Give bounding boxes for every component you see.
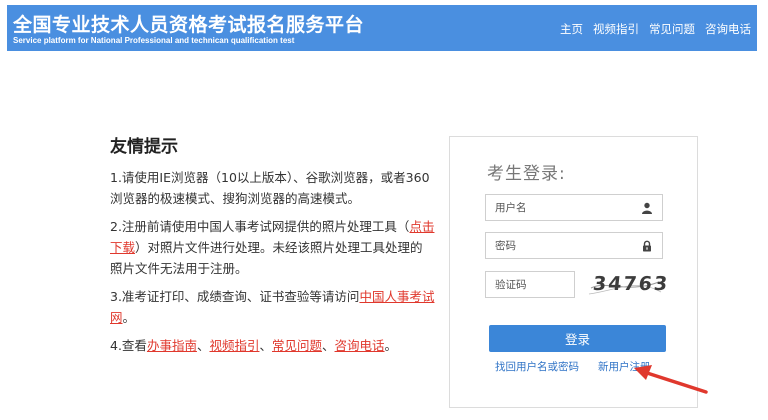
captcha-input[interactable] (486, 272, 572, 297)
site-subtitle: Service platform for National Profession… (13, 36, 295, 45)
faq-link[interactable]: 常见问题 (272, 338, 322, 353)
tip-2-text: 2.注册前请使用中国人事考试网提供的照片处理工具（ (110, 219, 410, 234)
captcha-code: 34763 (591, 273, 671, 295)
tip-4-sep-2: 、 (259, 338, 272, 353)
login-title: 考生登录: (487, 164, 566, 184)
tip-3-text: 3.准考证打印、成绩查询、证书查验等请访问 (110, 289, 360, 304)
login-button[interactable]: 登录 (489, 325, 666, 352)
tip-item-1: 1.请使用IE浏览器（10以上版本）、谷歌浏览器，或者360浏览器的极速模式、搜… (110, 170, 430, 206)
tip-4-text-end: 。 (384, 338, 398, 353)
user-icon (642, 202, 652, 214)
site-title: 全国专业技术人员资格考试报名服务平台 (13, 14, 365, 36)
video-guide-link[interactable]: 视频指引 (209, 338, 259, 353)
tip-item-4: 4.查看办事指南、视频指引、常见问题、咨询电话。 (110, 335, 435, 356)
top-nav: 主页 视频指引 常见问题 咨询电话 (560, 21, 751, 37)
tips-title: 友情提示 (110, 137, 178, 157)
tips-panel: 友情提示 1.请使用IE浏览器（10以上版本）、谷歌浏览器，或者360浏览器的极… (110, 132, 435, 363)
tip-3-text-end: 。 (122, 310, 136, 325)
nav-faq[interactable]: 常见问题 (649, 21, 695, 37)
lock-icon (643, 240, 651, 252)
tip-4-sep-3: 、 (322, 338, 335, 353)
tip-4-text: 4.查看 (110, 338, 147, 353)
nav-home[interactable]: 主页 (560, 21, 583, 37)
username-input[interactable] (486, 195, 626, 220)
captcha-image[interactable]: 34763 (587, 270, 670, 300)
consult-phone-link[interactable]: 咨询电话 (335, 338, 385, 353)
password-input[interactable] (486, 233, 626, 258)
tip-2-text-end: ）对照片文件进行处理。未经该照片处理工具处理的照片文件无法用于注册。 (110, 240, 423, 276)
nav-video-guide[interactable]: 视频指引 (593, 21, 639, 37)
find-account-link[interactable]: 找回用户名或密码 (495, 359, 579, 374)
header-bar: 全国专业技术人员资格考试报名服务平台 Service platform for … (7, 5, 757, 51)
captcha-field (485, 271, 575, 298)
guide-link[interactable]: 办事指南 (147, 338, 197, 353)
nav-consult-phone[interactable]: 咨询电话 (705, 21, 751, 37)
tip-4-sep-1: 、 (196, 338, 210, 353)
username-field (485, 194, 663, 221)
arrow-icon (634, 365, 708, 394)
tip-item-3: 3.准考证打印、成绩查询、证书查验等请访问中国人事考试网。 (110, 286, 435, 328)
password-field (485, 232, 663, 259)
tip-item-2: 2.注册前请使用中国人事考试网提供的照片处理工具（点击下载）对照片文件进行处理。… (110, 216, 435, 279)
